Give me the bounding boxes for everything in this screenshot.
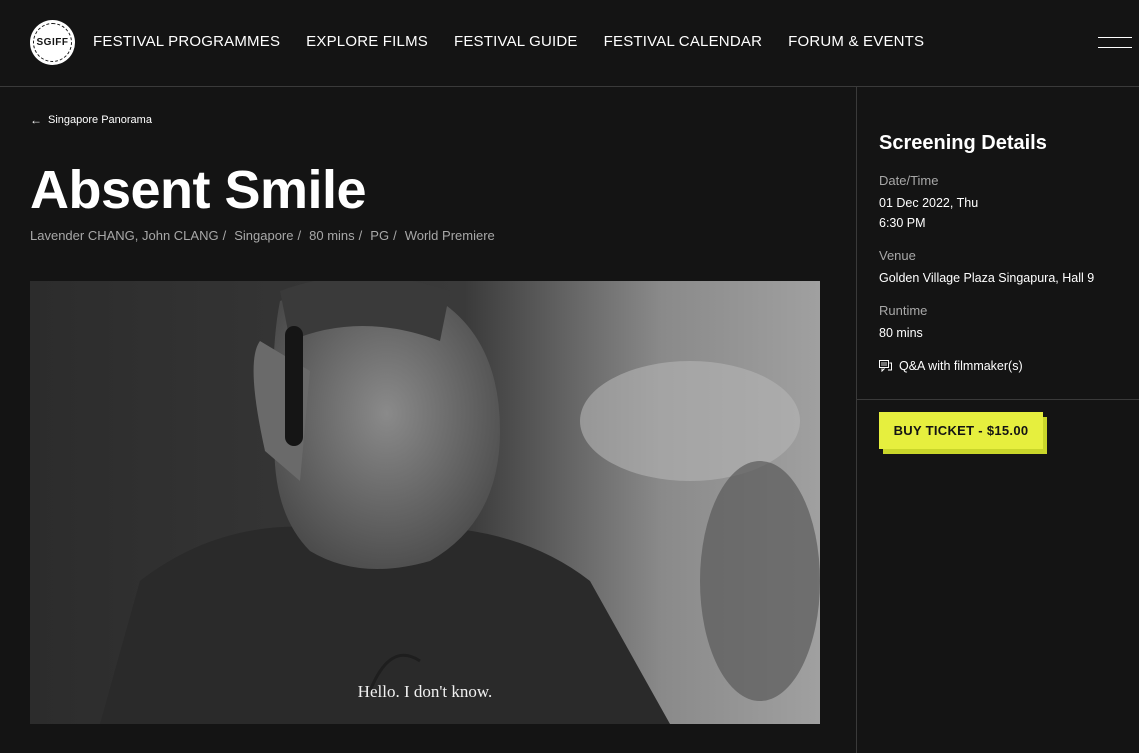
- back-link-label: Singapore Panorama: [48, 114, 152, 126]
- qa-label: Q&A with filmmaker(s): [899, 359, 1023, 373]
- nav-explore-films[interactable]: EXPLORE FILMS: [306, 33, 428, 50]
- nav-festival-guide[interactable]: FESTIVAL GUIDE: [454, 33, 578, 50]
- nav-festival-programmes[interactable]: FESTIVAL PROGRAMMES: [93, 33, 280, 50]
- arrow-left-icon: ←: [30, 113, 42, 127]
- runtime-value: 80 mins: [879, 326, 923, 340]
- back-link[interactable]: ← Singapore Panorama: [30, 113, 152, 127]
- meta-directors: Lavender CHANG, John CLANG: [30, 228, 219, 243]
- logo-text: SGIFF: [33, 23, 72, 62]
- site-header: SGIFF FESTIVAL PROGRAMMES EXPLORE FILMS …: [0, 0, 1139, 87]
- nav-forum-events[interactable]: FORUM & EVENTS: [788, 33, 924, 50]
- main-nav: FESTIVAL PROGRAMMES EXPLORE FILMS FESTIV…: [93, 33, 950, 50]
- film-meta: Lavender CHANG, John CLANG / Singapore/ 8…: [30, 228, 495, 243]
- buy-ticket-wrapper: BUY TICKET - $15.00: [879, 412, 1047, 454]
- buy-ticket-button[interactable]: BUY TICKET - $15.00: [879, 412, 1043, 449]
- venue-label: Venue: [879, 248, 916, 263]
- qa-note: Q&A with filmmaker(s): [879, 359, 1023, 373]
- meta-country: Singapore: [234, 228, 294, 243]
- nav-festival-calendar[interactable]: FESTIVAL CALENDAR: [604, 33, 762, 50]
- hamburger-icon[interactable]: [1098, 37, 1132, 49]
- chat-icon: [879, 360, 892, 372]
- meta-premiere: World Premiere: [404, 228, 495, 243]
- film-still: Hello. I don't know.: [30, 281, 820, 724]
- image-subtitle: Hello. I don't know.: [358, 682, 493, 701]
- venue-value: Golden Village Plaza Singapura, Hall 9: [879, 271, 1095, 285]
- sgiff-logo[interactable]: SGIFF: [30, 20, 75, 65]
- datetime-label: Date/Time: [879, 173, 939, 188]
- screening-time: 6:30 PM: [879, 216, 926, 230]
- film-title: Absent Smile: [30, 160, 367, 220]
- sidebar-separator: [857, 399, 1139, 400]
- sidebar-divider: [856, 87, 857, 753]
- meta-rating: PG: [370, 228, 390, 243]
- runtime-label: Runtime: [879, 303, 928, 318]
- screening-date: 01 Dec 2022, Thu: [879, 196, 979, 210]
- screening-details-title: Screening Details: [879, 132, 1047, 154]
- meta-runtime: 80 mins: [309, 228, 355, 243]
